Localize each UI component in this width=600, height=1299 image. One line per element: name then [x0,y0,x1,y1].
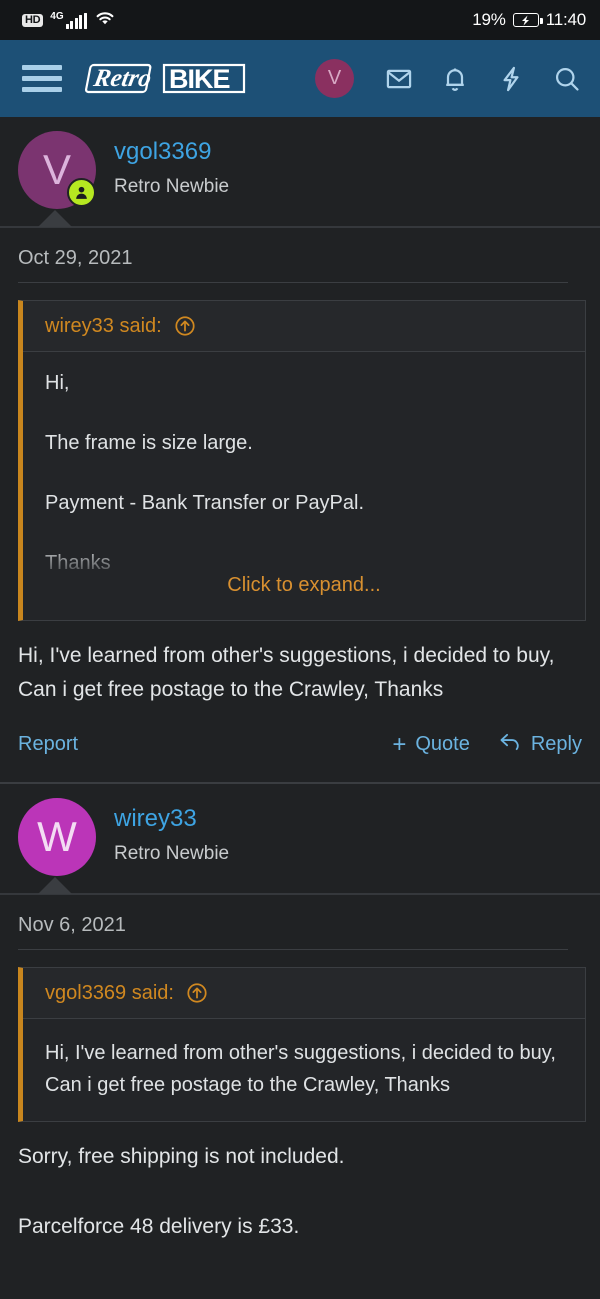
post-body-text: Hi, I've learned from other's suggestion… [0,621,600,707]
post-header: V vgol3369 Retro Newbie [0,117,600,209]
online-status-icon [67,178,96,207]
wifi-icon [94,9,116,32]
post-body-text: Sorry, free shipping is not included. Pa… [0,1122,600,1244]
signal-bars-icon [65,12,87,29]
blockquote-author: wirey33 said: [45,315,162,337]
phone-screen: HD 4G 19% 11:40 Retro BIKE V V vgol3369 … [0,0,600,1299]
plus-icon: + [392,730,407,758]
post-item: W wirey33 Retro Newbie Nov 6, 2021 vgol3… [0,784,600,1244]
battery-charging-icon [512,13,543,27]
blockquote-line: Thanks [45,552,111,574]
arrow-up-circle-icon[interactable] [174,315,196,337]
post-paragraph: Hi, I've learned from other's suggestion… [18,644,555,701]
blockquote-header: wirey33 said: [23,301,585,352]
cellular-signal-icon: 4G [50,10,87,29]
app-header: Retro BIKE V [0,40,600,117]
post-arrow-notch [38,877,72,894]
post-user-info: vgol3369 Retro Newbie [96,131,229,201]
mail-icon[interactable] [384,64,414,94]
avatar-wrap[interactable]: W [18,798,96,876]
reply-arrow-icon [498,731,522,758]
blockquote-body: Hi, I've learned from other's suggestion… [23,1019,585,1121]
blockquote-body: Hi, The frame is size large. Payment - B… [23,352,585,620]
blockquote-line: The frame is size large. [45,432,253,454]
post-author-title: Retro Newbie [114,176,230,197]
click-to-expand-button[interactable]: Click to expand... [227,574,380,597]
status-bar: HD 4G 19% 11:40 [0,0,600,40]
report-button[interactable]: Report [18,733,78,756]
post-user-info: wirey33 Retro Newbie [96,798,229,868]
hd-icon: HD [22,13,44,27]
network-type-label: 4G [50,10,64,22]
avatar[interactable]: V [315,59,354,98]
post-date[interactable]: Nov 6, 2021 [18,913,582,937]
post-date-bar: Oct 29, 2021 [0,228,600,283]
blockquote-line: Hi, [45,372,70,394]
header-icon-group: V [315,59,582,98]
blockquote-line: Hi, I've learned from other's suggestion… [45,1042,556,1096]
post-date[interactable]: Oct 29, 2021 [18,246,582,270]
blockquote[interactable]: vgol3369 said: Hi, I've learned from oth… [18,967,586,1122]
thread-content[interactable]: V vgol3369 Retro Newbie Oct 29, 2021 wir… [0,117,600,1299]
post-paragraph: Sorry, free shipping is not included. [18,1145,345,1168]
blockquote[interactable]: wirey33 said: Hi, The frame is size larg… [18,300,586,621]
svg-text:Retro: Retro [91,65,154,92]
blockquote-header: vgol3369 said: [23,968,585,1019]
status-bar-left: HD 4G [22,9,116,32]
menu-icon[interactable] [22,65,62,92]
post-author-link[interactable]: vgol3369 [114,137,229,167]
quote-button[interactable]: + Quote [392,730,470,758]
post-header: W wirey33 Retro Newbie [0,784,600,876]
clock-label: 11:40 [545,10,586,29]
divider [18,282,568,283]
divider [18,949,568,950]
blockquote-line: Payment - Bank Transfer or PayPal. [45,492,365,514]
post-author-title: Retro Newbie [114,843,230,864]
avatar[interactable]: W [18,798,96,876]
svg-text:BIKE: BIKE [169,64,230,94]
bell-icon[interactable] [440,64,470,94]
post-actions: Report + Quote Reply [0,707,600,780]
reply-button[interactable]: Reply [498,731,582,758]
post-arrow-notch [38,210,72,227]
battery-percent-label: 19% [472,10,506,29]
blockquote-author: vgol3369 said: [45,982,174,1004]
post-paragraph: Parcelforce 48 delivery is £33. [18,1215,300,1238]
avatar-wrap[interactable]: V [18,131,96,209]
search-icon[interactable] [552,64,582,94]
post-author-link[interactable]: wirey33 [114,804,229,834]
quote-button-label: Quote [415,733,470,755]
post-item: V vgol3369 Retro Newbie Oct 29, 2021 wir… [0,117,600,784]
post-date-bar: Nov 6, 2021 [0,895,600,950]
site-logo[interactable]: Retro BIKE [80,60,252,98]
reply-button-label: Reply [530,733,582,755]
status-bar-right: 19% 11:40 [472,10,586,30]
arrow-up-circle-icon[interactable] [186,982,208,1004]
bolt-icon[interactable] [496,64,526,94]
